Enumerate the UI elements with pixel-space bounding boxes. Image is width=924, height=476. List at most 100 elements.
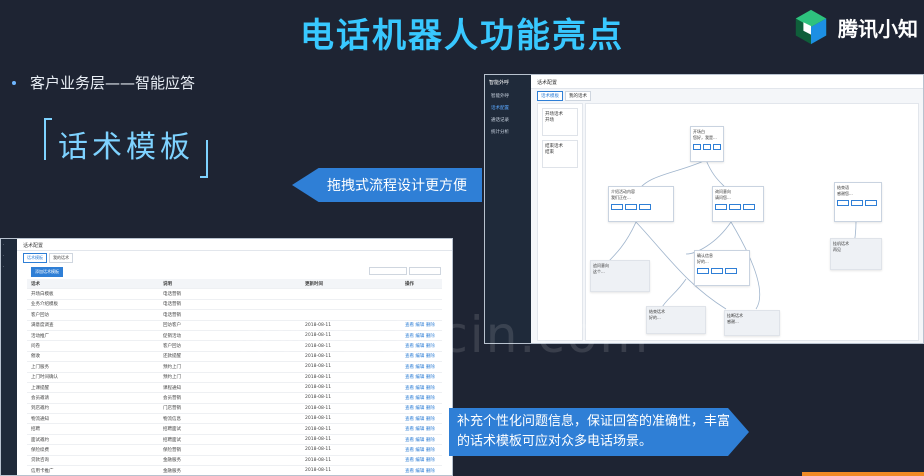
- flow-node-1[interactable]: 介绍活动内容 我们正在...: [608, 186, 674, 222]
- bracket-left: [44, 118, 52, 160]
- table-cell: 2018-08-11: [305, 437, 332, 443]
- table-cell[interactable]: 查看 编辑 删除: [405, 385, 445, 391]
- table-cell: 门店营销: [163, 406, 181, 412]
- tab-mine[interactable]: 我的话术: [565, 91, 591, 101]
- table-cell: 金融服务: [163, 468, 181, 474]
- table-cell[interactable]: 查看 编辑 删除: [405, 364, 445, 370]
- sidebar-dot[interactable]: ·: [1, 250, 17, 261]
- col-header: 话术: [31, 281, 40, 287]
- accent-bar: [802, 472, 924, 476]
- table-header: 话术 说明 更新时间 操作: [27, 279, 442, 290]
- flow-breadcrumb: 话术配置: [531, 75, 923, 89]
- bullet-point: 客户业务层——智能应答: [12, 72, 195, 93]
- table-cell: 业务介绍模板: [31, 302, 58, 308]
- sidebar-item-2[interactable]: 通话记录: [485, 114, 531, 126]
- table-cell: 会员邀请: [31, 395, 49, 401]
- table-cell: 预约上门: [163, 375, 181, 381]
- table-cell: 问卷: [31, 344, 40, 350]
- table-cell: 活动推广: [31, 333, 49, 339]
- sidebar-item-1[interactable]: 话术配置: [485, 102, 531, 114]
- flow-node-6[interactable]: 挂机话术 再见: [830, 238, 882, 270]
- add-template-button[interactable]: 添加话术模板: [31, 267, 63, 277]
- table-cell[interactable]: 查看 编辑 删除: [405, 395, 445, 401]
- search-input[interactable]: [369, 267, 407, 275]
- table-row[interactable]: 物流通知 物流信息 2018-08-11 查看 编辑 删除: [27, 414, 445, 425]
- table-cell[interactable]: 查看 编辑 删除: [405, 468, 445, 474]
- flow-node-4[interactable]: 追问意向 这个...: [590, 260, 650, 292]
- table-cell: 满意度调查: [31, 323, 54, 329]
- slide-title: 电话机器人功能亮点: [300, 16, 624, 56]
- table-cell[interactable]: 查看 编辑 删除: [405, 457, 445, 463]
- flow-node-8[interactable]: 挂断话术 感谢...: [724, 310, 780, 336]
- table-cell: 2018-08-11: [305, 457, 332, 463]
- table-cell: 保险续费: [31, 447, 49, 453]
- logo: 腾讯小知: [792, 8, 918, 46]
- panel-box-1[interactable]: 结束话术 结束: [542, 140, 578, 168]
- tencent-cube-icon: [795, 9, 827, 45]
- table-sidebar: · · ·: [1, 239, 17, 475]
- flow-sidebar: 智能外呼 智能外呼 话术配置 通话记录 统计分析: [485, 75, 531, 343]
- node-text: 感谢...: [727, 319, 739, 324]
- node-text: 好的...: [697, 259, 709, 264]
- col-header: 更新时间: [305, 281, 323, 287]
- filter-input[interactable]: [409, 267, 441, 275]
- table-cell: 物流通知: [31, 416, 49, 422]
- table-cell: 会员营销: [163, 395, 181, 401]
- node-text: 再见: [833, 247, 841, 252]
- flow-node-5[interactable]: 确认信息 好的...: [694, 250, 750, 286]
- table-row[interactable]: 上门时间确认 预约上门 2018-08-11 查看 编辑 删除: [27, 373, 442, 383]
- table-cell[interactable]: 查看 编辑 删除: [405, 426, 445, 432]
- flow-tabs: 话术模板 我的话术: [537, 91, 591, 101]
- table-row[interactable]: 信用卡推广 金融服务 2018-08-11 查看 编辑 删除: [27, 466, 445, 475]
- table-row[interactable]: 会员邀请 会员营销 2018-08-11 查看 编辑 删除: [27, 393, 445, 404]
- table-row[interactable]: 面试邀约 招聘面试 2018-08-11 查看 编辑 删除: [27, 435, 445, 446]
- table-row[interactable]: 开场白模板 电话营销: [27, 289, 442, 300]
- flow-node-3[interactable]: 结束语 感谢您...: [834, 182, 882, 222]
- bullet-dot-icon: [12, 80, 16, 85]
- table-cell: 上课提醒: [31, 385, 49, 391]
- callout-template-info: 补充个性化问题信息，保证回答的准确性，丰富的话术模板可应对众多电话场景。: [449, 408, 749, 456]
- table-tabs: 话术模板 我的话术: [23, 253, 73, 263]
- tab-templates[interactable]: 话术模板: [23, 253, 47, 263]
- bracket-right: [200, 140, 208, 178]
- flow-node-0[interactable]: 开场白 您好，我是...: [690, 126, 724, 162]
- table-cell: 招聘面试: [163, 427, 181, 433]
- panel-box-0[interactable]: 开场话术 开场: [542, 108, 578, 136]
- flow-connectors: [605, 159, 857, 310]
- flow-node-2[interactable]: 询问意向 请问您...: [712, 186, 764, 222]
- table-cell[interactable]: 查看 编辑 删除: [405, 405, 445, 411]
- table-cell[interactable]: 查看 编辑 删除: [405, 447, 445, 453]
- tab-mine[interactable]: 我的话术: [49, 253, 73, 263]
- node-text: 这个...: [593, 269, 605, 274]
- table-row[interactable]: 上课提醒 课程通知 2018-08-11 查看 编辑 删除: [27, 383, 445, 394]
- table-cell[interactable]: 查看 编辑 删除: [405, 437, 445, 443]
- table-cell: 招聘: [31, 427, 40, 433]
- table-cell: 上门服务: [31, 364, 49, 370]
- tab-templates[interactable]: 话术模板: [537, 91, 563, 101]
- table-row[interactable]: 到店邀约 门店营销 2018-08-11 查看 编辑 删除: [27, 404, 445, 415]
- table-cell: 招聘面试: [163, 437, 181, 443]
- table-row[interactable]: 保险续费 保险营销 2018-08-11 查看 编辑 删除: [27, 445, 445, 456]
- flow-node-7[interactable]: 结束话术 好的...: [646, 306, 706, 334]
- flow-brand: 智能外呼: [489, 80, 510, 86]
- sidebar-dot[interactable]: ·: [1, 261, 17, 272]
- logo-text: 腾讯小知: [838, 16, 918, 41]
- table-cell: 催收: [31, 354, 40, 360]
- table-cell: 2018-08-11: [305, 416, 332, 422]
- table-cell: 客户回访: [31, 312, 49, 318]
- table-row[interactable]: 招聘 招聘面试 2018-08-11 查看 编辑 删除: [27, 424, 445, 435]
- table-cell: 课程通知: [163, 385, 181, 391]
- panel-box-sub: 结束: [545, 150, 554, 155]
- table-cell: 2018-08-11: [305, 468, 332, 474]
- table-breadcrumb: 话术配置: [17, 239, 452, 251]
- table-cell[interactable]: 查看 编辑 删除: [405, 374, 445, 380]
- table-row[interactable]: 贷款咨询 金融服务 2018-08-11 查看 编辑 删除: [27, 456, 445, 467]
- table-cell: 金融服务: [163, 458, 181, 464]
- sidebar-dot[interactable]: ·: [1, 239, 17, 250]
- table-cell: 2018-08-11: [305, 395, 332, 401]
- sidebar-item-0[interactable]: 智能外呼: [485, 90, 531, 102]
- panel-box-sub: 开场: [545, 118, 554, 123]
- table-cell[interactable]: 查看 编辑 删除: [405, 416, 445, 422]
- sidebar-item-3[interactable]: 统计分析: [485, 126, 531, 138]
- table-cell: 2018-08-11: [305, 447, 332, 453]
